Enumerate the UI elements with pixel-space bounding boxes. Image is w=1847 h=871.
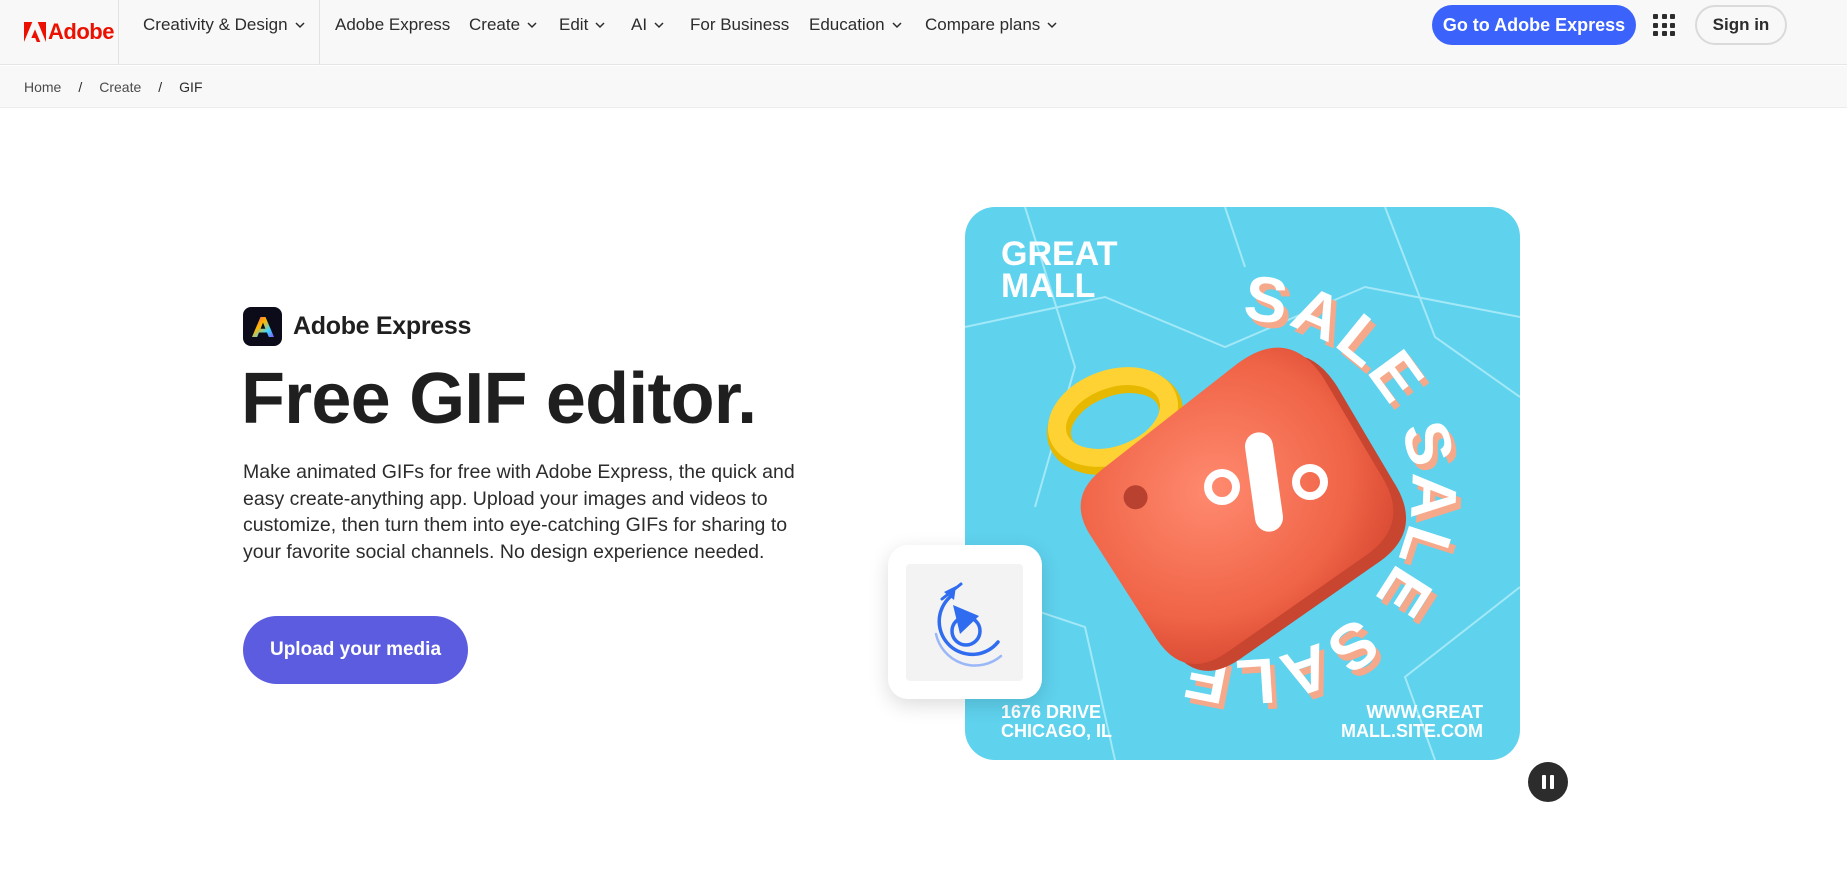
poster-site-line1: WWW.GREAT: [1366, 702, 1483, 722]
adobe-express-logo-icon: [243, 307, 282, 346]
breadcrumb: Home / Create / GIF: [0, 66, 1847, 108]
breadcrumb-create[interactable]: Create: [99, 79, 141, 95]
nav-education[interactable]: Education: [809, 0, 903, 50]
product-name: Adobe Express: [293, 312, 472, 340]
nav-creativity-design[interactable]: Creativity & Design: [143, 0, 306, 50]
nav-adobe-express[interactable]: Adobe Express: [335, 0, 450, 50]
poster-address-line2: CHICAGO, IL: [1001, 721, 1112, 741]
breadcrumb-separator: /: [78, 78, 83, 95]
nav-edit[interactable]: Edit: [559, 0, 606, 50]
nav-for-business[interactable]: For Business: [690, 0, 789, 50]
nav-create[interactable]: Create: [469, 0, 538, 50]
adobe-logo[interactable]: Adobe: [24, 12, 114, 52]
nav-label: Education: [809, 15, 885, 34]
nav-label: For Business: [690, 15, 790, 34]
global-nav: Adobe Creativity & Design Adobe Express …: [0, 0, 1847, 65]
animation-preview: [906, 564, 1023, 681]
hero-description: Make animated GIFs for free with Adobe E…: [243, 461, 795, 563]
nav-label: Creativity & Design: [143, 15, 288, 34]
nav-compare-plans[interactable]: Compare plans: [925, 0, 1058, 50]
poster-brand-line2: MALL: [1001, 267, 1095, 305]
animate-loop-icon: [934, 582, 1003, 667]
poster-artwork: SALE SALE SALE SALE SALE SALE GREAT MALL: [965, 207, 1520, 760]
adobe-a-icon: [24, 22, 46, 42]
pause-icon: [1542, 775, 1546, 789]
nav-label: Edit: [559, 15, 589, 34]
chevron-down-icon: [527, 22, 537, 29]
nav-label: Compare plans: [925, 15, 1041, 34]
poster-site-line2: MALL.SITE.COM: [1341, 721, 1483, 741]
sale-poster-image: SALE SALE SALE SALE SALE SALE GREAT MALL: [965, 207, 1520, 760]
sign-in-button[interactable]: Sign in: [1695, 5, 1787, 45]
product-lockup: Adobe Express: [243, 307, 471, 346]
apps-grid-icon[interactable]: [1653, 14, 1675, 36]
upload-media-button[interactable]: Upload your media: [243, 616, 468, 684]
chevron-down-icon: [892, 22, 902, 29]
chevron-down-icon: [1047, 22, 1057, 29]
pause-animation-button[interactable]: [1528, 762, 1568, 802]
breadcrumb-home[interactable]: Home: [24, 79, 61, 95]
page-title: Free GIF editor.: [241, 359, 757, 439]
breadcrumb-current: GIF: [179, 78, 203, 95]
breadcrumb-separator: /: [158, 78, 163, 95]
nav-divider: [118, 0, 119, 65]
adobe-wordmark: Adobe: [48, 19, 114, 44]
chevron-down-icon: [654, 22, 664, 29]
nav-label: AI: [631, 15, 648, 34]
express-a-icon: [251, 316, 274, 337]
chevron-down-icon: [595, 22, 605, 29]
nav-divider: [319, 0, 320, 65]
nav-label: Adobe Express: [335, 15, 451, 34]
nav-label: Create: [469, 15, 521, 34]
pause-icon: [1550, 775, 1554, 789]
animation-feature-card: [888, 545, 1042, 699]
poster-address-line1: 1676 DRIVE: [1001, 702, 1101, 722]
chevron-down-icon: [295, 22, 305, 29]
go-to-adobe-express-button[interactable]: Go to Adobe Express: [1432, 5, 1636, 45]
nav-ai[interactable]: AI: [631, 0, 665, 50]
